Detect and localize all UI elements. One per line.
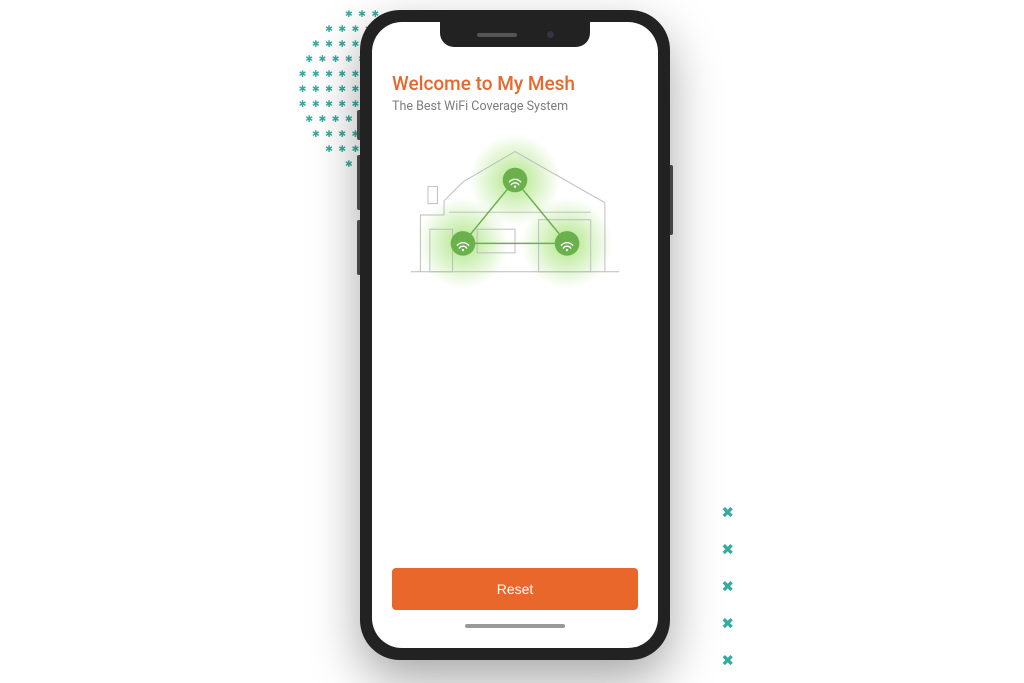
home-indicator bbox=[465, 624, 565, 628]
page-subtitle: The Best WiFi Coverage System bbox=[392, 99, 638, 114]
phone-notch bbox=[440, 22, 590, 47]
phone-screen: Welcome to My Mesh The Best WiFi Coverag… bbox=[372, 22, 658, 648]
reset-button[interactable]: Reset bbox=[392, 568, 638, 610]
mesh-house-illustration bbox=[392, 130, 638, 300]
decorative-dot-column: ✖ ✖ ✖ ✖ ✖ bbox=[722, 505, 734, 668]
app-content: Welcome to My Mesh The Best WiFi Coverag… bbox=[372, 22, 658, 648]
page-title: Welcome to My Mesh bbox=[392, 72, 638, 95]
phone-mockup-frame: Welcome to My Mesh The Best WiFi Coverag… bbox=[360, 10, 670, 660]
